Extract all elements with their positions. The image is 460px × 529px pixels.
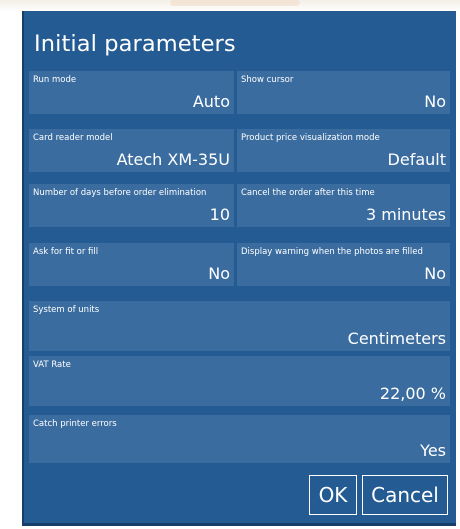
catch-printer-errors-value: Yes [420,441,446,460]
ask-fit-or-fill-field[interactable]: Ask for fit or fill No [29,243,234,286]
run-mode-value: Auto [192,92,230,111]
ask-fit-or-fill-label: Ask for fit or fill [33,247,99,257]
vat-rate-label: VAT Rate [33,360,71,370]
system-of-units-value: Centimeters [347,329,446,348]
show-cursor-field[interactable]: Show cursor No [237,71,450,114]
run-mode-field[interactable]: Run mode Auto [29,71,234,114]
vat-rate-field[interactable]: VAT Rate 22,00 % [29,356,450,406]
display-warning-photos-filled-field[interactable]: Display warning when the photos are fill… [237,243,450,286]
catch-printer-errors-label: Catch printer errors [33,419,117,429]
background-window-hint [170,0,300,6]
system-of-units-field[interactable]: System of units Centimeters [29,301,450,351]
show-cursor-value: No [424,92,446,111]
system-of-units-label: System of units [33,305,100,315]
cancel-order-time-label: Cancel the order after this time [241,188,375,198]
card-reader-model-label: Card reader model [33,133,113,143]
show-cursor-label: Show cursor [241,75,294,85]
display-warning-photos-filled-value: No [424,264,446,283]
ask-fit-or-fill-value: No [208,264,230,283]
dialog-title: Initial parameters [34,31,236,57]
ok-button[interactable]: OK [309,475,357,515]
cancel-order-time-value: 3 minutes [365,205,446,224]
card-reader-model-value: Atech XM-35U [116,150,230,169]
run-mode-label: Run mode [33,75,77,85]
catch-printer-errors-field[interactable]: Catch printer errors Yes [29,415,450,463]
days-before-order-elimination-field[interactable]: Number of days before order elimination … [29,184,234,227]
product-price-visualization-field[interactable]: Product price visualization mode Default [237,129,450,172]
card-reader-model-field[interactable]: Card reader model Atech XM-35U [29,129,234,172]
cancel-order-time-field[interactable]: Cancel the order after this time 3 minut… [237,184,450,227]
days-before-order-elimination-value: 10 [209,205,230,224]
product-price-visualization-value: Default [387,150,446,169]
cancel-button[interactable]: Cancel [362,475,448,515]
display-warning-photos-filled-label: Display warning when the photos are fill… [241,247,423,257]
vat-rate-value: 22,00 % [379,384,446,403]
product-price-visualization-label: Product price visualization mode [241,133,380,143]
initial-parameters-dialog: Initial parameters Run mode Auto Show cu… [22,11,456,526]
days-before-order-elimination-label: Number of days before order elimination [33,188,207,198]
